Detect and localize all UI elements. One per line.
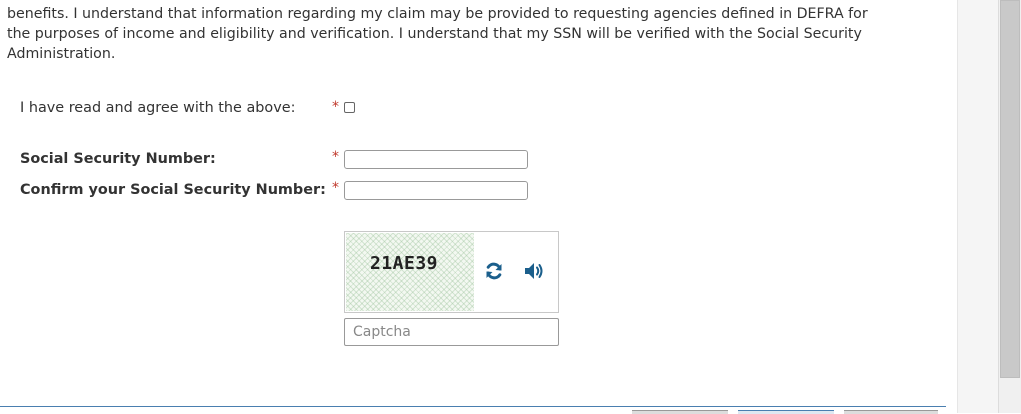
footer-button-2[interactable] xyxy=(738,410,834,414)
scrollbar-thumb[interactable] xyxy=(1000,0,1020,378)
confirm-ssn-input[interactable] xyxy=(344,181,528,200)
disclaimer-line-1: benefits. I understand that information … xyxy=(7,6,868,22)
refresh-icon[interactable] xyxy=(483,260,505,282)
disclaimer-line-0 xyxy=(7,0,12,2)
disclaimer-line-3: Administration. xyxy=(7,46,116,62)
captcha-input[interactable] xyxy=(344,318,559,346)
confirm-ssn-label: Confirm your Social Security Number: xyxy=(20,182,326,198)
footer-button-3[interactable] xyxy=(844,410,938,414)
agree-checkbox[interactable] xyxy=(344,102,355,113)
page: benefits. I understand that information … xyxy=(0,0,957,414)
right-gutter xyxy=(957,0,999,413)
vertical-scrollbar[interactable] xyxy=(998,0,1021,413)
disclaimer-line-2: the purposes of income and eligibility a… xyxy=(7,26,862,42)
ssn-required-marker: * xyxy=(332,149,339,165)
captcha-panel: 21AE39 xyxy=(344,231,559,313)
disclaimer-text: benefits. I understand that information … xyxy=(7,0,907,64)
captcha-code: 21AE39 xyxy=(370,253,439,274)
confirm-ssn-required-marker: * xyxy=(332,180,339,196)
agree-required-marker: * xyxy=(332,99,339,115)
footer-button-1[interactable] xyxy=(632,410,728,414)
ssn-input[interactable] xyxy=(344,150,528,169)
agree-label: I have read and agree with the above: xyxy=(20,100,296,116)
captcha-image: 21AE39 xyxy=(346,233,474,311)
speaker-icon[interactable] xyxy=(523,260,545,282)
ssn-label: Social Security Number: xyxy=(20,151,216,167)
